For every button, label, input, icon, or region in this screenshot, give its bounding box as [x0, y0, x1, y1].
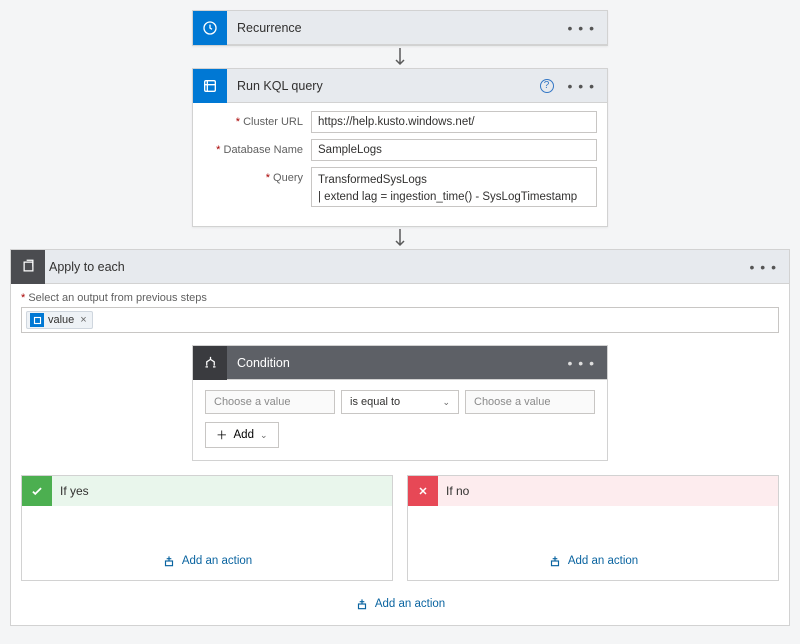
query-label: Query — [273, 172, 303, 184]
apply-to-each-card: Apply to each • • • * Select an output f… — [10, 249, 790, 626]
loop-icon — [11, 250, 45, 284]
add-row-button[interactable]: ＋ Add ⌄ — [205, 422, 279, 448]
select-output-label: Select an output from previous steps — [28, 292, 207, 304]
chevron-down-icon: ⌄ — [442, 397, 450, 408]
condition-card[interactable]: Condition • • • Choose a value is equal … — [192, 345, 608, 461]
close-icon[interactable]: × — [80, 314, 86, 326]
if-yes-label: If yes — [52, 484, 89, 498]
condition-icon — [193, 346, 227, 380]
if-no-label: If no — [438, 484, 469, 498]
kql-card[interactable]: Run KQL query ? • • • * Cluster URL * Da… — [192, 68, 608, 227]
close-icon — [408, 476, 438, 506]
recurrence-title: Recurrence — [237, 21, 554, 35]
add-action-footer[interactable]: Add an action — [355, 597, 445, 611]
arrow-icon — [394, 46, 406, 68]
check-icon — [22, 476, 52, 506]
help-icon[interactable]: ? — [540, 79, 554, 93]
db-input[interactable] — [311, 139, 597, 161]
clock-icon — [193, 11, 227, 45]
arrow-icon — [394, 227, 406, 249]
more-icon[interactable]: • • • — [564, 79, 599, 93]
add-action-yes[interactable]: Add an action — [162, 554, 252, 568]
add-action-no[interactable]: Add an action — [548, 554, 638, 568]
db-label: Database Name — [224, 144, 304, 156]
condition-left-input[interactable]: Choose a value — [205, 390, 335, 414]
more-icon[interactable]: • • • — [564, 21, 599, 35]
recurrence-card[interactable]: Recurrence • • • — [192, 10, 608, 46]
query-input[interactable] — [311, 167, 597, 207]
kql-icon — [193, 69, 227, 103]
select-output-input[interactable]: value × — [21, 307, 779, 333]
condition-title: Condition — [237, 356, 554, 370]
plus-icon: ＋ — [216, 427, 228, 443]
if-no-branch: If no Add an action — [407, 475, 779, 581]
if-yes-branch: If yes Add an action — [21, 475, 393, 581]
more-icon[interactable]: • • • — [564, 356, 599, 370]
condition-operator-select[interactable]: is equal to⌄ — [341, 390, 459, 414]
cluster-input[interactable] — [311, 111, 597, 133]
chevron-down-icon: ⌄ — [260, 430, 268, 441]
apply-title: Apply to each — [45, 260, 746, 274]
kql-title: Run KQL query — [237, 79, 530, 93]
more-icon[interactable]: • • • — [746, 260, 781, 274]
cluster-label: Cluster URL — [243, 116, 303, 128]
value-pill[interactable]: value × — [26, 311, 93, 329]
condition-right-input[interactable]: Choose a value — [465, 390, 595, 414]
